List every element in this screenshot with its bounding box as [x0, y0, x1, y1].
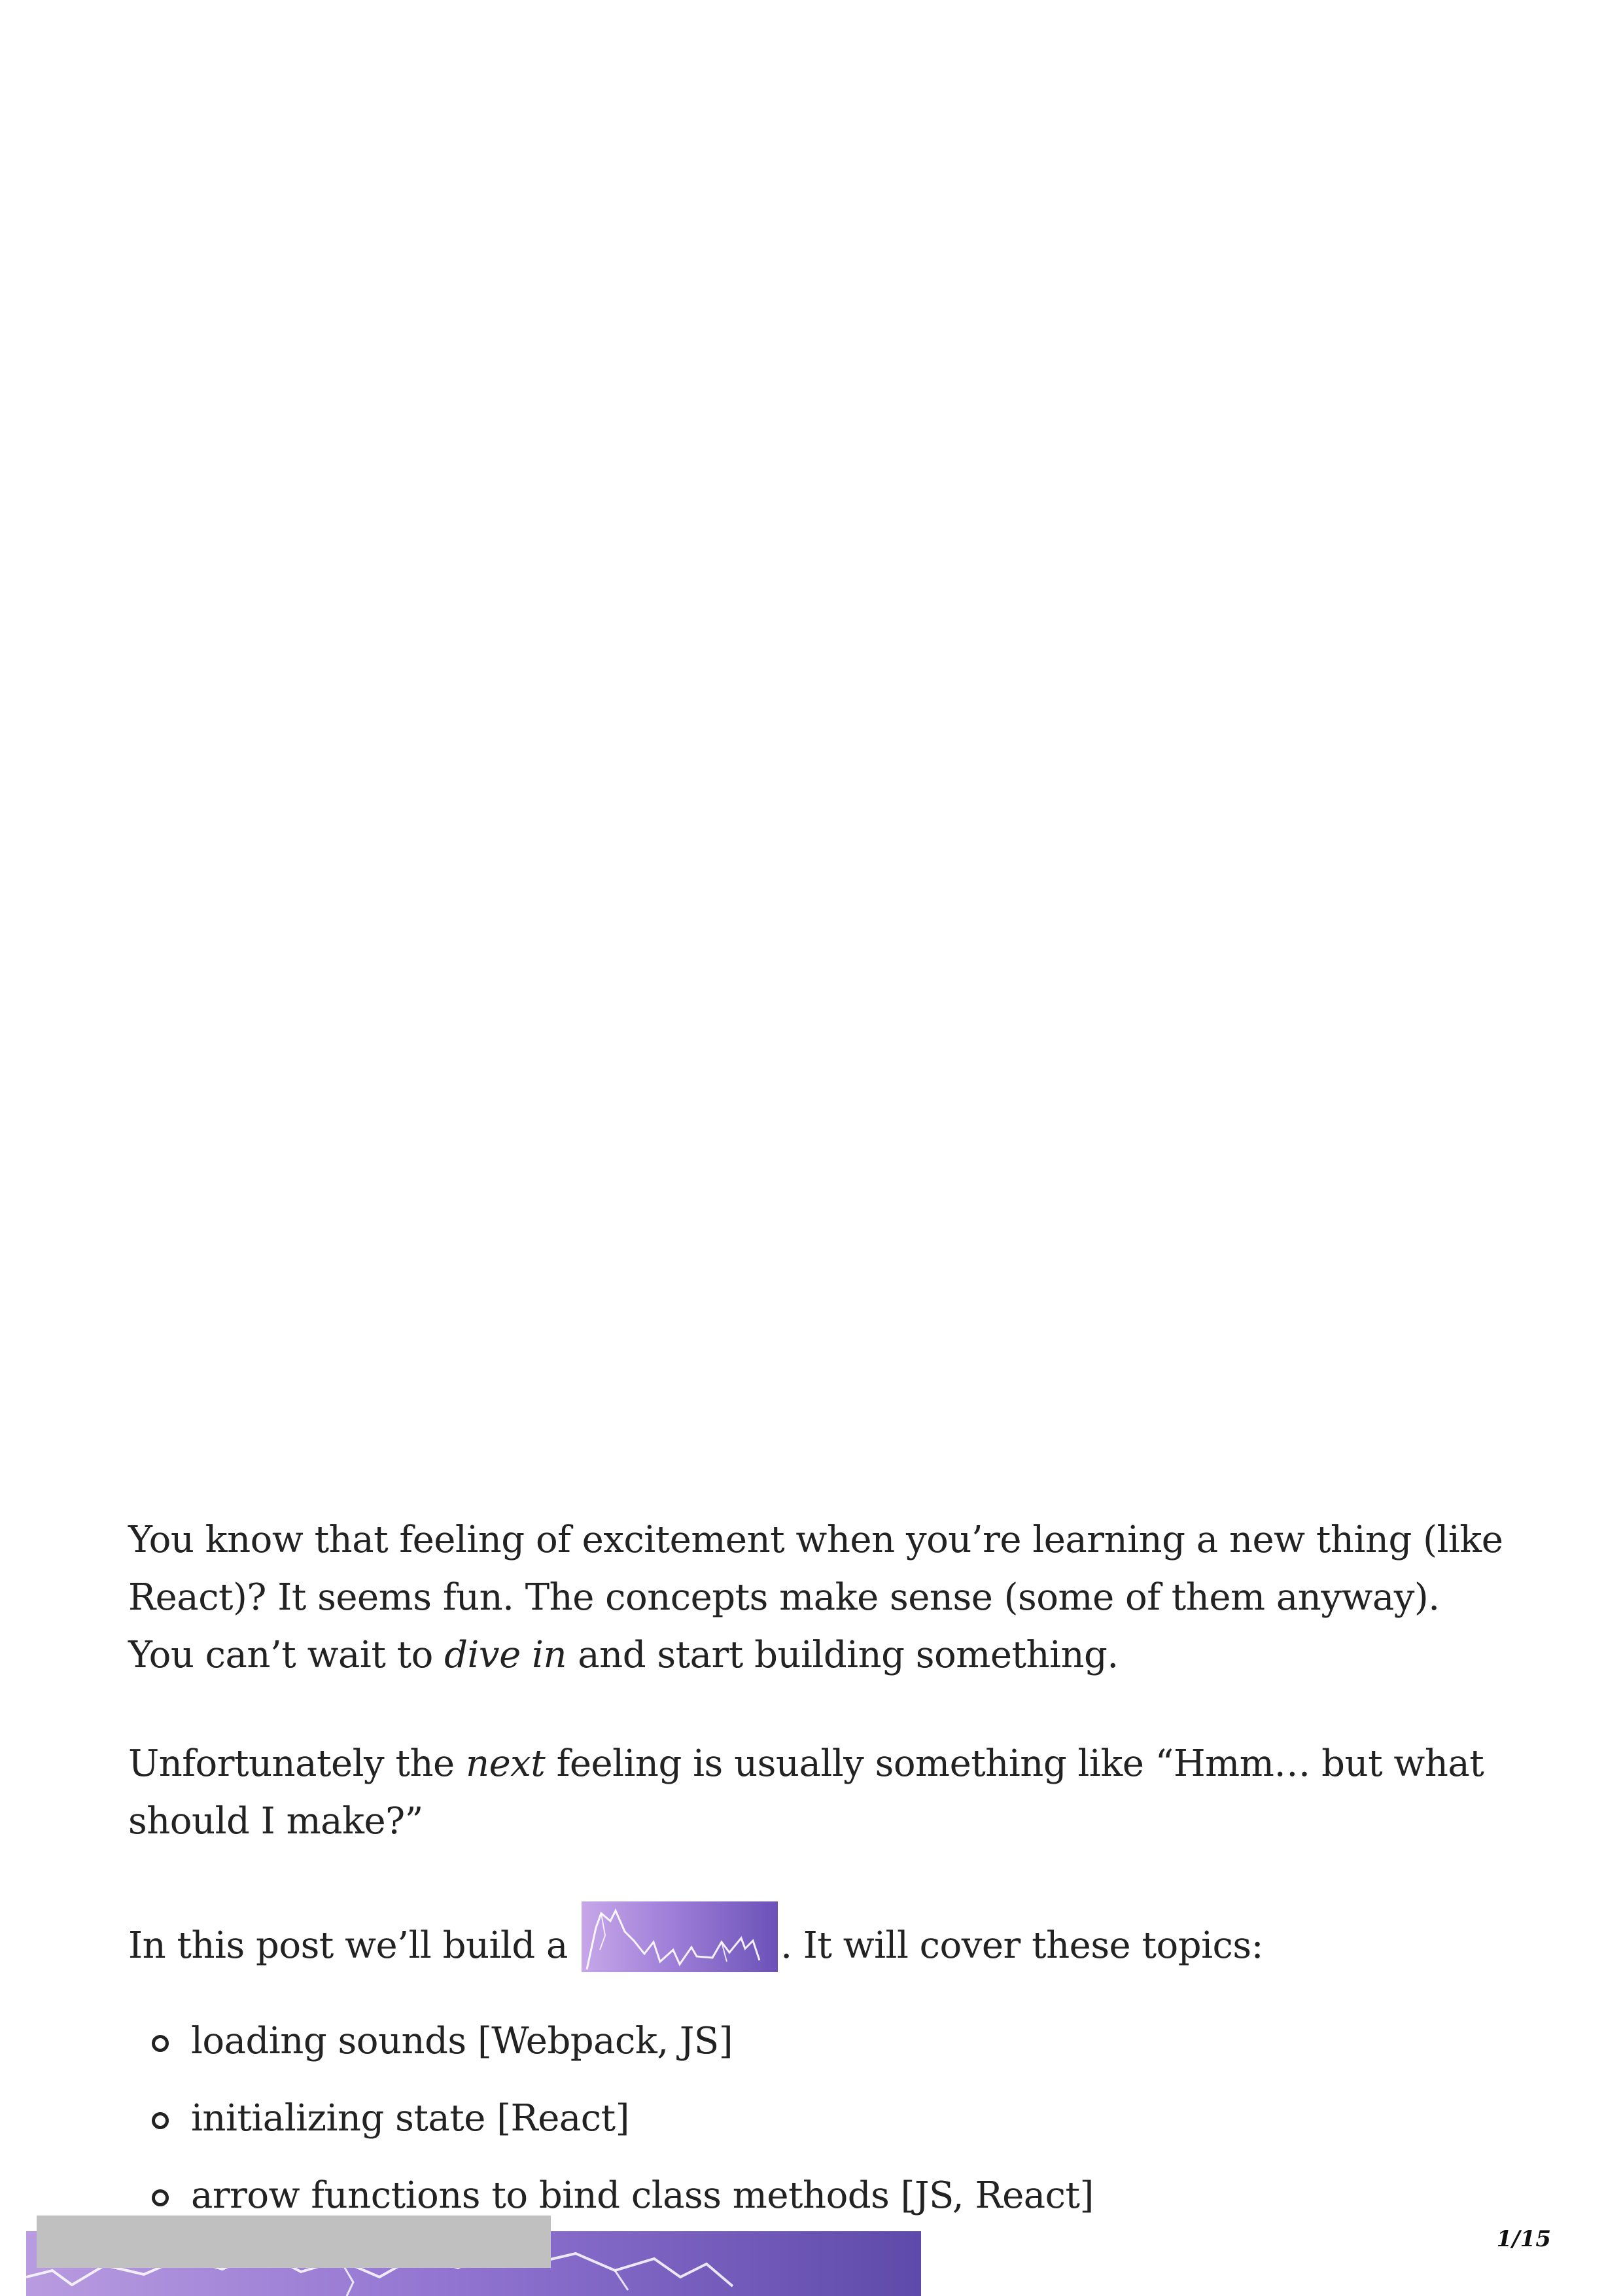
article-body: You know that feeling of excitement when… — [128, 1511, 1515, 2244]
lightning-inline-image — [582, 1901, 778, 1972]
intro-paragraph: You know that feeling of excitement when… — [128, 1511, 1515, 1684]
plan-text-b: . It will cover these topics: — [780, 1924, 1263, 1967]
list-item: initializing state [React] — [128, 2090, 1515, 2147]
bullet-icon — [152, 2189, 169, 2206]
list-item: loading sounds [Webpack, JS] — [128, 2013, 1515, 2070]
question-emphasis: next — [466, 1742, 546, 1785]
grey-overlay-bar — [37, 2216, 551, 2268]
topics-list: loading sounds [Webpack, JS] initializin… — [128, 2013, 1515, 2225]
question-text-a: Unfortunately the — [128, 1742, 466, 1785]
list-item-text: arrow functions to bind class methods [J… — [191, 2174, 1094, 2217]
bullet-icon — [152, 2112, 169, 2129]
plan-text-a: In this post we’ll build a — [128, 1924, 580, 1967]
bullet-icon — [152, 2035, 169, 2052]
plan-paragraph: In this post we’ll build a . It will cov… — [128, 1901, 1515, 1975]
intro-text-b: and start building something. — [566, 1634, 1119, 1676]
intro-emphasis: dive in — [444, 1634, 567, 1676]
list-item-text: initializing state [React] — [191, 2097, 629, 2140]
list-item-text: loading sounds [Webpack, JS] — [191, 2020, 733, 2062]
page-number: 1/15 — [1496, 2226, 1551, 2252]
question-paragraph: Unfortunately the next feeling is usuall… — [128, 1735, 1515, 1850]
